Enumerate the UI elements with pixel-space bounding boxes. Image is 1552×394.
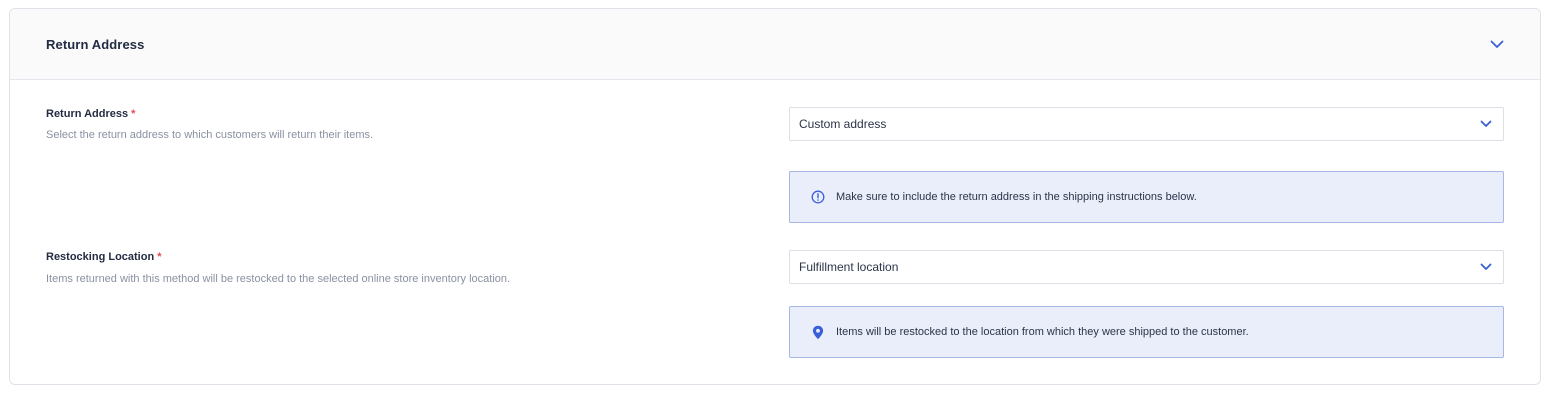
return-address-notice-text: Make sure to include the return address … [836, 191, 1197, 203]
restocking-location-notice: Items will be restocked to the location … [789, 306, 1504, 358]
return-address-notice: Make sure to include the return address … [789, 171, 1504, 223]
return-address-select-value: Custom address [799, 117, 887, 131]
chevron-down-icon[interactable] [1489, 36, 1505, 52]
return-address-description: Select the return address to which custo… [46, 129, 374, 141]
info-circle-icon [810, 189, 826, 205]
card-title: Return Address [46, 36, 145, 52]
chevron-down-icon [1479, 260, 1493, 274]
map-pin-icon [810, 324, 826, 340]
restocking-location-description: Items returned with this method will be … [46, 273, 511, 285]
return-address-card: Return Address Return Address * Select th… [9, 8, 1541, 385]
required-marker: * [131, 108, 136, 120]
card-header[interactable]: Return Address [10, 9, 1540, 80]
return-address-select[interactable]: Custom address [789, 107, 1504, 141]
required-marker: * [157, 251, 162, 263]
restocking-location-notice-text: Items will be restocked to the location … [836, 326, 1249, 338]
restocking-location-select-value: Fulfillment location [799, 260, 899, 274]
chevron-down-icon [1479, 117, 1493, 131]
restocking-location-select[interactable]: Fulfillment location [789, 250, 1504, 284]
restocking-location-label: Restocking Location * [46, 251, 162, 263]
return-address-label: Return Address * [46, 108, 136, 120]
